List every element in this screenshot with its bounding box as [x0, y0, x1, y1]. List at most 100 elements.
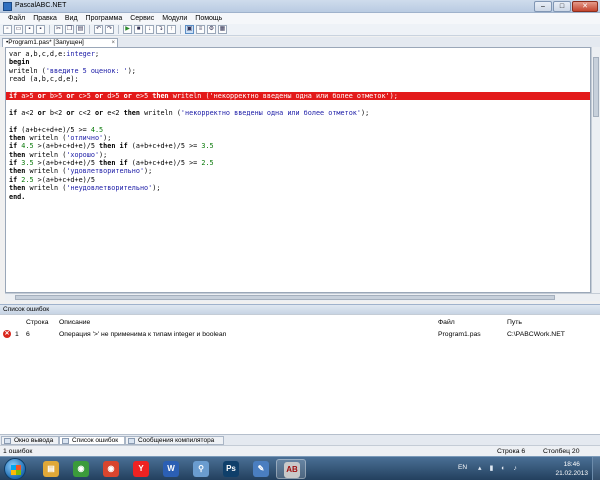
col-description-header[interactable]: Описание — [59, 319, 90, 326]
code-line[interactable]: if 2.5 >(a+b+c+d+e)/5 — [9, 175, 590, 184]
settings-icon[interactable]: ⚙ — [207, 25, 216, 34]
form-designer-icon[interactable]: ▦ — [218, 25, 227, 34]
code-token: 'хорошо' — [66, 150, 100, 159]
tab-error-list[interactable]: Список ошибок — [59, 436, 125, 445]
menu-view[interactable]: Вид — [61, 13, 82, 24]
code-line[interactable]: if 3.5 >(a+b+c+d+e)/5 then if (a+b+c+d+e… — [9, 159, 590, 168]
code-token: begin — [9, 58, 30, 67]
code-editor[interactable]: var a,b,c,d,e:integer; begin writeln ('вве… — [5, 47, 591, 293]
minimize-button[interactable]: – — [534, 1, 552, 12]
code-token: >(a+b+c+d+e)/5 — [33, 175, 95, 184]
code-token: if — [9, 125, 18, 134]
code-line[interactable]: if 4.5 >(a+b+c+d+e)/5 then if (a+b+c+d+e… — [9, 142, 590, 151]
open-file-icon[interactable]: ▭ — [14, 25, 23, 34]
cut-icon[interactable]: ✂ — [54, 25, 63, 34]
error-row[interactable]: ✕ 1 6 Операция '>' не применима к типам … — [0, 330, 600, 341]
code-token: if — [9, 142, 18, 151]
code-token: 'неудовлетворительно' — [66, 184, 153, 193]
code-token: integer — [66, 50, 95, 58]
chrome-alt-icon: ◉ — [103, 461, 119, 477]
code-line[interactable]: var a,b,c,d,e:integer; — [9, 50, 590, 58]
code-token: or — [94, 108, 104, 117]
col-file-header[interactable]: Файл — [438, 319, 455, 326]
taskbar-photoshop[interactable]: Ps — [216, 459, 246, 479]
explorer-icon: ▤ — [43, 461, 59, 477]
code-token: or — [37, 91, 46, 100]
tab-close-icon[interactable]: × — [111, 39, 115, 47]
window-title: PascalABC.NET — [15, 2, 67, 9]
taskbar-yandex[interactable]: Y — [126, 459, 156, 479]
code-token: (a+b+c+d+e)/5 >= — [127, 159, 202, 168]
tab-output-window[interactable]: Окно вывода — [1, 436, 59, 445]
menu-help[interactable]: Помощь — [191, 13, 226, 24]
tab-output-window-label: Окно вывода — [14, 437, 54, 444]
tab-compiler-messages[interactable]: Сообщения компилятора — [125, 436, 224, 445]
editor-vertical-scrollbar[interactable] — [591, 47, 600, 293]
menu-service[interactable]: Сервис — [126, 13, 158, 24]
code-line[interactable] — [9, 117, 590, 125]
taskbar-explorer[interactable]: ▤ — [36, 459, 66, 479]
clock[interactable]: 18:46 21.02.2013 — [555, 460, 588, 478]
code-line[interactable] — [9, 84, 590, 92]
code-token: ); — [152, 184, 161, 193]
taskbar-word[interactable]: W — [156, 459, 186, 479]
code-line[interactable]: begin — [9, 58, 590, 67]
code-token: b<2 — [45, 108, 67, 117]
code-line-error[interactable]: if a>5 or b>5 or c>5 or d>5 or e>5 then … — [6, 91, 590, 101]
taskbar-pascalabc[interactable]: AB — [276, 459, 306, 479]
taskbar-chrome-alt[interactable]: ◉ — [96, 459, 126, 479]
code-token: or — [123, 91, 132, 100]
paste-icon[interactable]: ▤ — [76, 25, 85, 34]
code-token: if — [9, 159, 18, 168]
code-line[interactable]: if (a+b+c+d+e)/5 >= 4.5 — [9, 125, 590, 134]
code-area[interactable]: var a,b,c,d,e:integer; begin writeln ('вве… — [6, 50, 590, 201]
show-desktop-button[interactable] — [592, 457, 600, 480]
menu-modules[interactable]: Модули — [158, 13, 191, 24]
editor-horizontal-scrollbar[interactable] — [5, 293, 600, 301]
format-code-icon[interactable]: ≡ — [196, 25, 205, 34]
code-line[interactable]: read (a,b,c,d,e); — [9, 75, 590, 83]
new-file-icon[interactable]: ▫ — [3, 25, 12, 34]
undo-icon[interactable]: ↶ — [94, 25, 103, 34]
output-window-icon[interactable]: ▣ — [185, 25, 194, 34]
code-line[interactable]: end. — [9, 193, 590, 201]
menu-program[interactable]: Программа — [82, 13, 127, 24]
start-button[interactable] — [4, 458, 26, 480]
code-token: writeln ( — [25, 167, 67, 176]
language-indicator[interactable]: EN — [458, 464, 467, 471]
code-token: a<2 — [17, 108, 38, 117]
tray-icons[interactable]: ▴ ▮ ◐ ♪ — [478, 464, 520, 472]
scrollbar-thumb[interactable] — [15, 295, 555, 300]
code-line[interactable]: then writeln ('хорошо'); — [9, 150, 590, 159]
taskbar-network-tool[interactable]: ⚲ — [186, 459, 216, 479]
save-icon[interactable]: ▪ — [25, 25, 34, 34]
redo-icon[interactable]: ↷ — [105, 25, 114, 34]
code-line[interactable]: then writeln ('неудовлетворительно'); — [9, 184, 590, 193]
taskbar-chrome[interactable]: ◉ — [66, 459, 96, 479]
step-into-icon[interactable]: ↓ — [145, 25, 154, 34]
code-token: ); — [389, 91, 398, 100]
step-out-icon[interactable]: ↑ — [167, 25, 176, 34]
close-button[interactable]: ✕ — [572, 1, 598, 12]
col-line-header[interactable]: Строка — [26, 319, 49, 326]
scrollbar-thumb[interactable] — [593, 57, 599, 117]
copy-icon[interactable]: ❐ — [65, 25, 74, 34]
code-line[interactable]: writeln ('введите 5 оценок: '); — [9, 67, 590, 75]
save-all-icon[interactable]: ▪ — [36, 25, 45, 34]
menu-edit[interactable]: Правка — [29, 13, 61, 24]
code-line[interactable]: then writeln ('отлично'); — [9, 134, 590, 142]
code-line[interactable]: then writeln ('удовлетворительно'); — [9, 167, 590, 176]
menu-file[interactable]: Файл — [4, 13, 29, 24]
code-line[interactable]: if a<2 or b<2 or c<2 or e<2 then writeln… — [9, 108, 590, 117]
system-tray: EN ▴ ▮ ◐ ♪ 18:46 21.02.2013 — [450, 457, 600, 480]
run-icon[interactable]: ▶ — [123, 25, 132, 34]
tab-program1[interactable]: •Program1.pas* [Запущен] × — [2, 38, 118, 47]
code-line[interactable] — [9, 100, 590, 108]
maximize-button[interactable]: □ — [553, 1, 571, 12]
col-path-header[interactable]: Путь — [507, 319, 522, 326]
step-over-icon[interactable]: ↴ — [156, 25, 165, 34]
stop-icon[interactable]: ■ — [134, 25, 143, 34]
taskbar-paint[interactable]: ✎ — [246, 459, 276, 479]
error-number: 1 — [15, 331, 19, 338]
code-token: then — [9, 150, 26, 159]
